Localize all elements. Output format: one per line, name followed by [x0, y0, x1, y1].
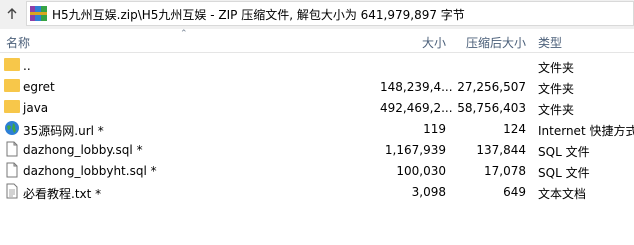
- file-size: 100,030: [396, 164, 446, 178]
- list-item[interactable]: dazhong_lobbyht.sql * 100,030 17,078 SQL…: [0, 160, 634, 181]
- list-item[interactable]: .. 文件夹: [0, 55, 634, 76]
- sort-ascending-icon: ⌃: [180, 29, 188, 39]
- list-item[interactable]: egret 148,239,4... 27,256,507 文件夹: [0, 76, 634, 97]
- column-packed-size[interactable]: 压缩后大小: [455, 34, 526, 51]
- file-name: egret: [23, 80, 55, 94]
- winrar-archive-icon: [30, 6, 47, 21]
- file-name: 必看教程.txt *: [23, 187, 102, 201]
- file-type: 文件夹: [538, 103, 575, 117]
- file-type: 文件夹: [538, 82, 575, 96]
- file-name: 35源码网.url *: [23, 124, 104, 138]
- arrow-up-icon: [7, 8, 17, 19]
- folder-icon: [4, 79, 20, 92]
- packed-size: 124: [503, 122, 526, 136]
- document-icon: [6, 162, 18, 178]
- column-header: ⌃ 名称 大小 压缩后大小 类型: [0, 29, 634, 53]
- column-name[interactable]: 名称: [6, 34, 30, 51]
- address-bar: H5九州互娱.zip\H5九州互娱 - ZIP 压缩文件, 解包大小为 641,…: [0, 0, 634, 29]
- file-size: 3,098: [411, 185, 446, 199]
- up-folder-button[interactable]: [0, 3, 24, 25]
- folder-icon: [4, 100, 20, 113]
- list-item[interactable]: dazhong_lobby.sql * 1,167,939 137,844 SQ…: [0, 139, 634, 160]
- document-icon: [6, 141, 18, 157]
- file-type: Internet 快捷方式: [538, 124, 634, 138]
- file-size: 1,167,939: [384, 143, 446, 157]
- packed-size: 58,756,403: [457, 101, 526, 115]
- file-size: 148,239,4...: [380, 80, 453, 94]
- packed-size: 137,844: [476, 143, 526, 157]
- packed-size: 649: [503, 185, 526, 199]
- file-name: ..: [23, 59, 31, 73]
- file-type: SQL 文件: [538, 166, 590, 180]
- column-size[interactable]: 大小: [380, 34, 446, 51]
- file-type: 文件夹: [538, 61, 575, 75]
- file-name: java: [23, 101, 49, 115]
- file-name: dazhong_lobby.sql *: [23, 143, 143, 157]
- file-type: 文本文档: [538, 187, 587, 201]
- list-item[interactable]: 35源码网.url * 119 124 Internet 快捷方式: [0, 118, 634, 139]
- file-size: 492,469,2...: [380, 101, 453, 115]
- column-type[interactable]: 类型: [538, 34, 562, 51]
- packed-size: 17,078: [484, 164, 526, 178]
- text-file-icon: [6, 183, 18, 199]
- globe-icon: [5, 121, 19, 135]
- address-path: H5九州互娱.zip\H5九州互娱 - ZIP 压缩文件, 解包大小为 641,…: [52, 8, 465, 22]
- file-size: 119: [423, 122, 446, 136]
- list-item[interactable]: java 492,469,2... 58,756,403 文件夹: [0, 97, 634, 118]
- folder-up-icon: [4, 58, 20, 71]
- list-item[interactable]: 必看教程.txt * 3,098 649 文本文档: [0, 181, 634, 202]
- file-type: SQL 文件: [538, 145, 590, 159]
- file-name: dazhong_lobbyht.sql *: [23, 164, 157, 178]
- packed-size: 27,256,507: [457, 80, 526, 94]
